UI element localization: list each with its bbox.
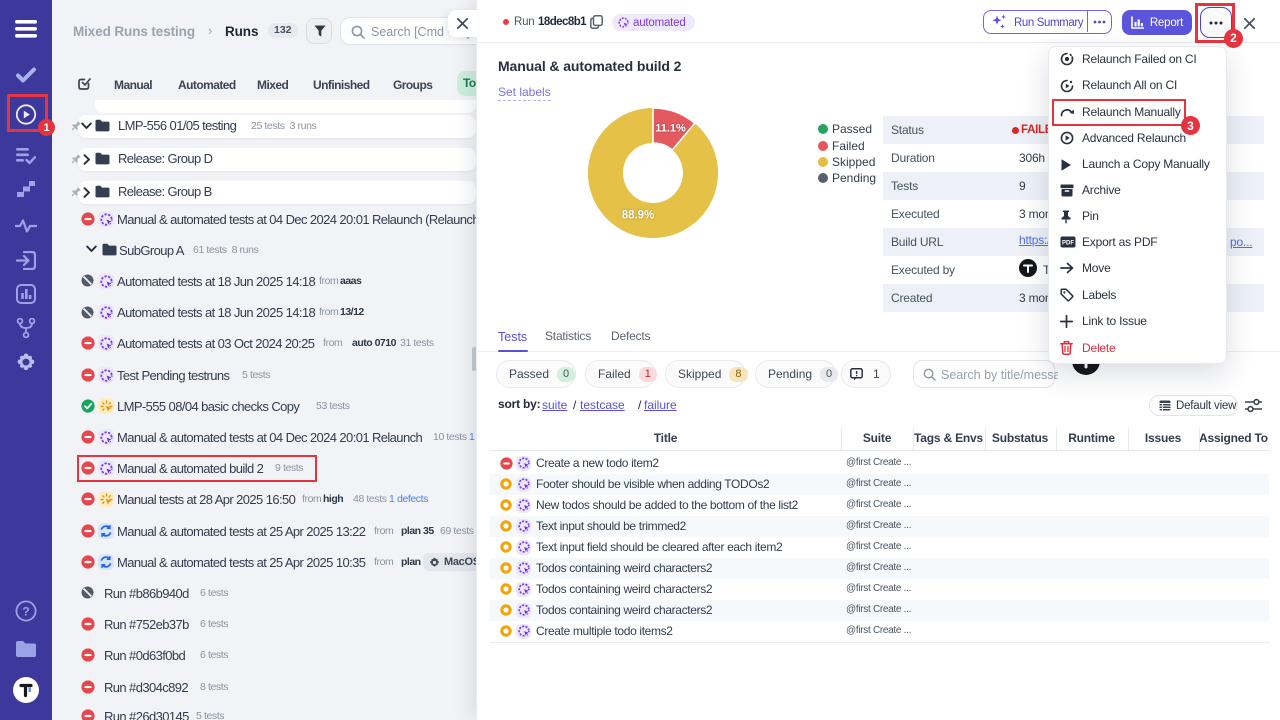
svg-text:88.9%: 88.9% — [622, 210, 655, 222]
svg-text:?: ? — [22, 605, 29, 619]
svg-text:PDF: PDF — [1062, 240, 1074, 246]
svg-text:11.1%: 11.1% — [655, 123, 686, 135]
